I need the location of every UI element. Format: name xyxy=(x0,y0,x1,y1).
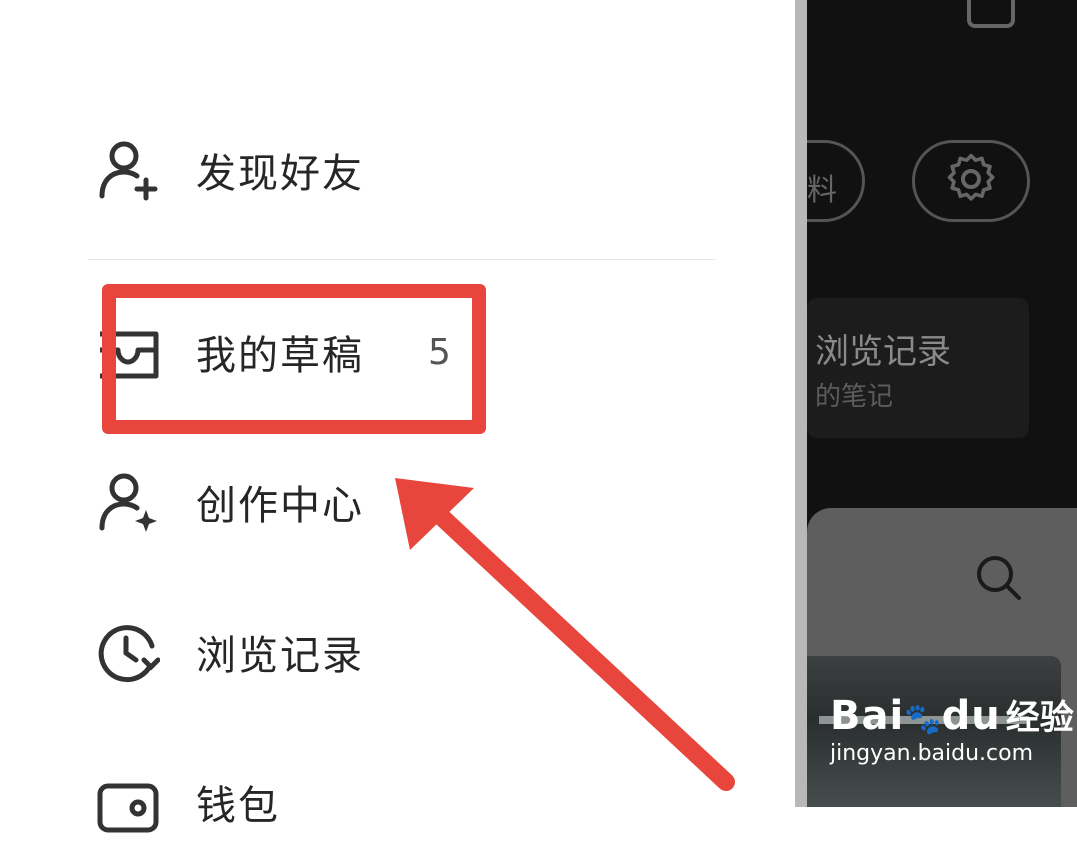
annotation-arrow xyxy=(395,478,735,791)
